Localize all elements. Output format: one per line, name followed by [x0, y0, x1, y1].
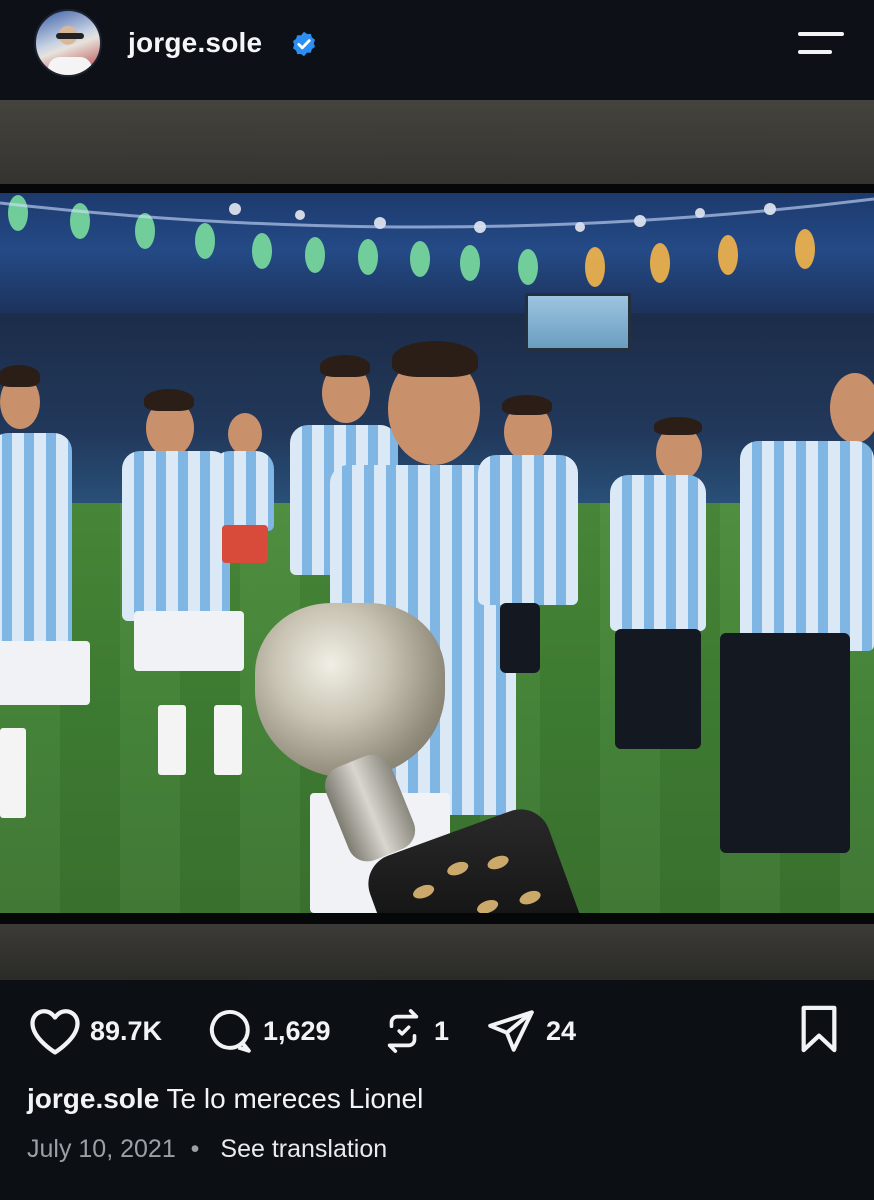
- repost-count: 1: [434, 1015, 450, 1046]
- avatar-glasses: [56, 33, 84, 39]
- meta-separator: •: [190, 1135, 200, 1163]
- caption-username[interactable]: jorge.sole: [27, 1083, 159, 1114]
- comment-count: 1,629: [263, 1015, 331, 1046]
- copa-america-trophy: [255, 603, 445, 778]
- send-icon: [488, 1010, 534, 1052]
- comment-button[interactable]: 1,629: [203, 1006, 331, 1056]
- like-button[interactable]: 89.7K: [28, 1006, 162, 1056]
- caption-text: Te lo mereces Lionel: [166, 1083, 424, 1114]
- see-translation-link[interactable]: See translation: [220, 1135, 387, 1163]
- repost-icon: [387, 1009, 419, 1053]
- share-count: 24: [546, 1015, 577, 1046]
- wall-above-tv: [0, 100, 874, 186]
- bookmark-icon[interactable]: [796, 1004, 842, 1054]
- comment-icon: [209, 1010, 251, 1053]
- share-button[interactable]: 24: [484, 1006, 576, 1056]
- stadium-scoreboard: [525, 293, 631, 351]
- repost-button[interactable]: 1: [380, 1006, 449, 1056]
- avatar-shirt: [48, 57, 92, 75]
- tv-screen: [0, 193, 874, 913]
- profile-avatar[interactable]: [34, 9, 102, 77]
- stadium-lights: [0, 195, 874, 287]
- header-username[interactable]: jorge.sole: [128, 27, 262, 59]
- post-date: July 10, 2021: [27, 1135, 176, 1163]
- verified-badge-icon: [293, 31, 315, 57]
- like-count: 89.7K: [90, 1015, 163, 1046]
- wall-below-tv: [0, 924, 874, 980]
- post-image[interactable]: [0, 100, 874, 980]
- heart-icon: [30, 1009, 80, 1055]
- post-caption: jorge.sole Te lo mereces Lionel: [27, 1083, 423, 1115]
- post-header: jorge.sole: [0, 0, 874, 100]
- menu-icon[interactable]: [798, 28, 848, 60]
- post-meta: July 10, 2021 • See translation: [27, 1135, 387, 1164]
